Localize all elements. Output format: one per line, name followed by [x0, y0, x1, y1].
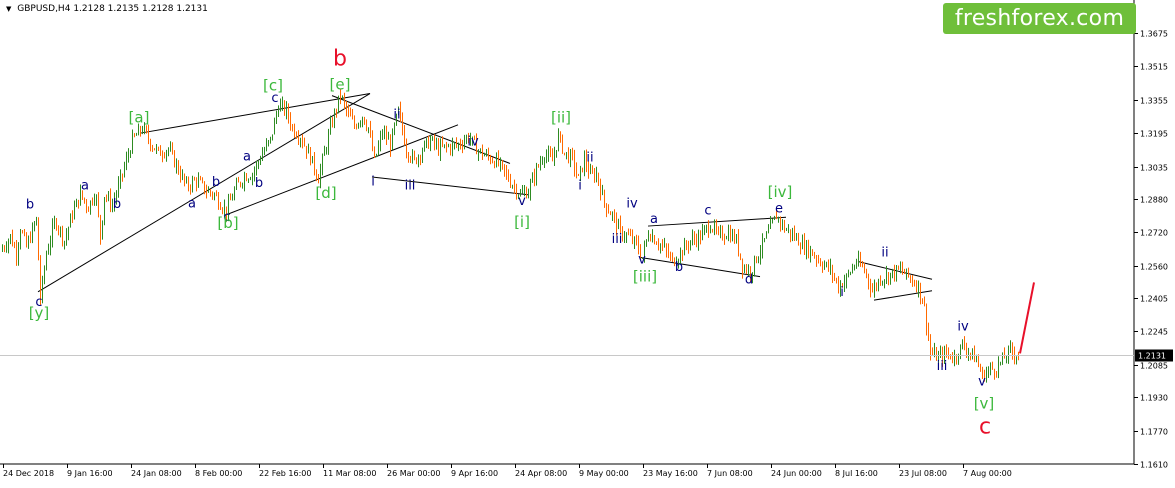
- wave-label: c: [271, 91, 278, 106]
- current-price-label: 1.2131: [1138, 352, 1166, 361]
- y-tick-label: 1.1770: [1140, 428, 1168, 437]
- y-tick-label: 1.1930: [1140, 394, 1168, 403]
- x-tick-label: 23 May 16:00: [643, 469, 698, 478]
- wave-labels: bc[y]ab[a]abc[b]ab[c]c[d][e]biiiiiiivv[i…: [26, 46, 994, 439]
- trendline[interactable]: [371, 176, 529, 196]
- wave-label: iv: [467, 135, 479, 150]
- x-tick-label: 24 Jun 00:00: [771, 469, 822, 478]
- y-tick-label: 1.2880: [1140, 196, 1168, 205]
- wave-label: d: [745, 272, 753, 287]
- wave-label: v: [978, 375, 986, 390]
- symbol-header: ▼ GBPUSD,H4 1.2128 1.2135 1.2128 1.2131: [6, 4, 208, 14]
- forecast-line: [1019, 282, 1035, 354]
- x-tick-label: 9 Jan 16:00: [67, 469, 113, 478]
- y-tick-label: 1.3675: [1140, 30, 1168, 39]
- wave-label: a: [650, 212, 658, 227]
- y-tick-label: 1.3355: [1140, 97, 1168, 106]
- forecast: [1019, 282, 1035, 354]
- wave-label: c: [979, 415, 991, 440]
- trendline[interactable]: [139, 93, 371, 134]
- y-tick-label: 1.2245: [1140, 328, 1168, 337]
- x-tick-label: 9 Apr 16:00: [451, 469, 498, 478]
- wave-label: c: [704, 204, 711, 219]
- x-tick-label: 7 Jun 08:00: [707, 469, 753, 478]
- wave-label: v: [518, 194, 526, 209]
- wave-label: b: [255, 176, 263, 191]
- wave-label: [e]: [330, 75, 351, 93]
- wave-label: b: [113, 197, 121, 212]
- ohlc-values: 1.2128 1.2135 1.2128 1.2131: [73, 4, 208, 14]
- wave-label: iii: [405, 179, 416, 194]
- freshforex-logo: freshforex.com: [943, 3, 1136, 34]
- collapse-caret-icon[interactable]: ▼: [6, 5, 11, 13]
- wave-label: ii: [881, 245, 888, 260]
- wave-label: i: [840, 285, 844, 300]
- wave-label: iv: [957, 319, 969, 334]
- candles: [2, 89, 1019, 383]
- chart-root: b c [y] a b [a] a b c [b] a b [c] c [d] [e] b i ii iii iv v [i…: [0, 0, 1175, 488]
- y-tick-label: 1.2405: [1140, 295, 1168, 304]
- x-tick-label: 11 Mar 08:00: [323, 469, 376, 478]
- trendline[interactable]: [223, 124, 459, 217]
- y-tick-label: 1.3035: [1140, 164, 1168, 173]
- wave-label: iii: [612, 232, 623, 247]
- wave-label: [d]: [315, 184, 336, 202]
- wave-label: iii: [937, 359, 948, 374]
- wave-label: [a]: [129, 109, 150, 127]
- x-tick-label: 24 Dec 2018: [3, 469, 54, 478]
- y-tick-label: 1.2560: [1140, 263, 1168, 272]
- x-tick-label: 24 Jan 08:00: [131, 469, 182, 478]
- x-tick-label: 9 May 00:00: [579, 469, 629, 478]
- wave-label: b: [26, 197, 34, 212]
- y-tick-label: 1.3515: [1140, 63, 1168, 72]
- wave-label: iv: [626, 196, 638, 211]
- wave-label: [i]: [514, 213, 530, 231]
- wave-label: [iii]: [633, 267, 657, 285]
- trendlines[interactable]: [37, 93, 933, 301]
- wave-label: i: [578, 179, 582, 194]
- wave-label: ii: [393, 108, 400, 123]
- y-tick-label: 1.2085: [1140, 362, 1168, 371]
- wave-label: [ii]: [551, 109, 571, 127]
- wave-label: a: [243, 149, 251, 164]
- y-tick-label: 1.2720: [1140, 229, 1168, 238]
- x-tick-label: 26 Mar 00:00: [387, 469, 440, 478]
- x-tick-label: 8 Feb 00:00: [195, 469, 242, 478]
- axes: 1.3675 1.3515 1.3355 1.3195 1.3035 1.2880 1.27…: [0, 0, 1173, 478]
- wave-label: b: [212, 175, 220, 190]
- wave-label: e: [775, 201, 783, 216]
- symbol-name: GBPUSD,H4: [17, 4, 71, 14]
- x-tick-label: 22 Feb 16:00: [259, 469, 311, 478]
- y-tick-label: 1.3195: [1140, 130, 1168, 139]
- trendline[interactable]: [331, 95, 511, 164]
- wave-label: b: [675, 260, 683, 275]
- y-tick-label: 1.1610: [1140, 461, 1168, 470]
- trendline[interactable]: [873, 290, 933, 301]
- wave-label: [iv]: [768, 183, 793, 201]
- wave-label: a: [81, 179, 89, 194]
- x-tick-label: 8 Jul 16:00: [835, 469, 878, 478]
- x-tick-label: 24 Apr 08:00: [515, 469, 567, 478]
- wave-label: b: [333, 46, 347, 71]
- wave-label: [v]: [974, 395, 995, 413]
- wave-label: i: [371, 174, 375, 189]
- wave-label: v: [638, 253, 646, 268]
- x-tick-label: 7 Aug 00:00: [963, 469, 1012, 478]
- wave-label: [b]: [217, 214, 238, 232]
- price-chart[interactable]: bc[y]ab[a]abc[b]ab[c]c[d][e]biiiiiiivv[i…: [0, 0, 1175, 488]
- x-tick-label: 23 Jul 08:00: [899, 469, 947, 478]
- wave-label: a: [188, 197, 196, 212]
- wave-label: [y]: [29, 304, 50, 322]
- wave-label: ii: [586, 150, 593, 165]
